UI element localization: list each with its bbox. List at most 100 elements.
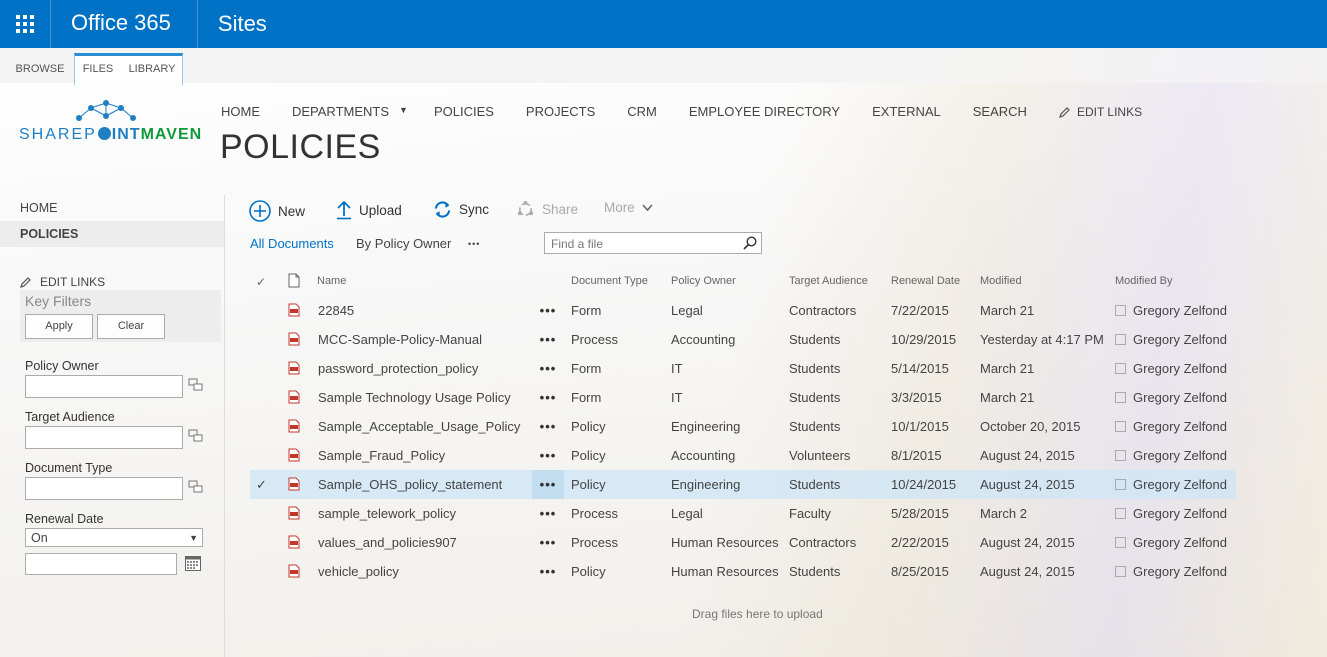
share-button[interactable]: Share <box>516 200 578 219</box>
find-file-input[interactable]: Find a file <box>544 232 762 254</box>
more-label: More <box>604 200 635 215</box>
col-header-modified[interactable]: Modified <box>980 275 1022 287</box>
cell-modified-by[interactable]: Gregory Zelfond <box>1115 325 1227 354</box>
topnav-crm[interactable]: CRM <box>627 104 657 119</box>
topnav-edit-links[interactable]: EDIT LINKS <box>1058 104 1142 119</box>
row-more-button[interactable]: ••• <box>532 441 564 470</box>
row-more-button[interactable]: ••• <box>532 528 564 557</box>
cell-document-type: Form <box>571 361 602 376</box>
cell-modified: March 21 <box>980 361 1035 376</box>
topnav-external[interactable]: EXTERNAL <box>872 104 941 119</box>
table-row[interactable]: sample_telework_policy ••• Process Legal Fac… <box>250 499 1236 528</box>
cell-modified-by[interactable]: Gregory Zelfond <box>1115 296 1227 325</box>
more-button[interactable]: More <box>604 200 653 215</box>
renewal-operator-select[interactable]: On ▼ <box>25 528 203 547</box>
topnav-policies[interactable]: POLICIES <box>434 104 494 119</box>
leftnav-item-policies[interactable]: POLICIES <box>0 221 224 247</box>
leftnav-edit-links[interactable]: EDIT LINKS <box>0 265 224 289</box>
apply-button[interactable]: Apply <box>25 314 93 339</box>
cell-name[interactable]: sample_telework_policy <box>318 499 456 528</box>
calendar-icon[interactable] <box>185 556 201 571</box>
row-more-button[interactable]: ••• <box>532 325 564 354</box>
col-header-modified-by[interactable]: Modified By <box>1115 275 1172 287</box>
policy-owner-input[interactable] <box>25 375 183 398</box>
tab-browse[interactable]: BROWSE <box>12 52 68 83</box>
cell-modified-by[interactable]: Gregory Zelfond <box>1115 383 1227 412</box>
table-row[interactable]: Sample_Fraud_Policy ••• Policy Accounting Vo… <box>250 441 1236 470</box>
cell-modified-by[interactable]: Gregory Zelfond <box>1115 354 1227 383</box>
cell-policy-owner: Legal <box>671 303 703 318</box>
browse-terms-icon[interactable] <box>188 480 204 494</box>
chevron-down-icon <box>642 203 653 211</box>
table-row[interactable]: Sample_Acceptable_Usage_Policy ••• Policy E… <box>250 412 1236 441</box>
cell-modified-by[interactable]: Gregory Zelfond <box>1115 499 1227 528</box>
suite-app-name[interactable]: Sites <box>198 11 267 37</box>
cell-renewal-date: 5/14/2015 <box>891 361 949 376</box>
row-more-button[interactable]: ••• <box>532 499 564 528</box>
clear-button[interactable]: Clear <box>97 314 165 339</box>
view-all-documents[interactable]: All Documents <box>250 236 334 251</box>
col-header-renewal-date[interactable]: Renewal Date <box>891 275 960 287</box>
cell-modified-by[interactable]: Gregory Zelfond <box>1115 441 1227 470</box>
browse-terms-icon[interactable] <box>188 378 204 392</box>
cell-name[interactable]: 22845 <box>318 296 354 325</box>
topnav-search[interactable]: SEARCH <box>973 104 1027 119</box>
suite-brand[interactable]: Office 365 <box>51 0 198 48</box>
cell-modified-by[interactable]: Gregory Zelfond <box>1115 470 1227 499</box>
suite-bar: Office 365 Sites <box>0 0 1327 48</box>
cell-name[interactable]: Sample_OHS_policy_statement <box>318 470 502 499</box>
table-row[interactable]: MCC-Sample-Policy-Manual ••• Process Accoun… <box>250 325 1236 354</box>
cell-name[interactable]: values_and_policies907 <box>318 528 457 557</box>
row-more-button[interactable]: ••• <box>532 412 564 441</box>
cell-name[interactable]: MCC-Sample-Policy-Manual <box>318 325 482 354</box>
table-row[interactable]: values_and_policies907 ••• Process Human Re… <box>250 528 1236 557</box>
search-icon[interactable] <box>743 236 757 250</box>
target-audience-input[interactable] <box>25 426 183 449</box>
table-row[interactable]: ✓ Sample_OHS_policy_statement ••• Policy Eng… <box>250 470 1236 499</box>
row-more-button[interactable]: ••• <box>532 296 564 325</box>
leftnav-item-home[interactable]: HOME <box>0 195 224 221</box>
cell-modified-by[interactable]: Gregory Zelfond <box>1115 412 1227 441</box>
app-launcher-icon[interactable] <box>0 0 51 48</box>
topnav-employee-directory[interactable]: EMPLOYEE DIRECTORY <box>689 104 840 119</box>
view-by-policy-owner[interactable]: By Policy Owner <box>356 236 451 251</box>
select-all-checkmark-icon[interactable]: ✓ <box>256 275 266 289</box>
row-more-button[interactable]: ••• <box>532 354 564 383</box>
table-row[interactable]: vehicle_policy ••• Policy Human Resources St… <box>250 557 1236 586</box>
topnav-departments[interactable]: DEPARTMENTS <box>292 104 389 119</box>
tab-library[interactable]: LIBRARY <box>126 52 178 83</box>
table-row[interactable]: Sample Technology Usage Policy ••• Form IT S… <box>250 383 1236 412</box>
topnav-projects[interactable]: PROJECTS <box>526 104 595 119</box>
chevron-down-icon: ▼ <box>189 533 198 543</box>
cell-name[interactable]: Sample Technology Usage Policy <box>318 383 511 412</box>
chevron-down-icon[interactable]: ▼ <box>399 105 408 120</box>
cell-modified: March 2 <box>980 506 1027 521</box>
col-header-target-audience[interactable]: Target Audience <box>789 275 868 287</box>
cell-name[interactable]: vehicle_policy <box>318 557 399 586</box>
renewal-date-input[interactable] <box>25 553 177 575</box>
document-type-input[interactable] <box>25 477 183 500</box>
row-checkmark-icon[interactable]: ✓ <box>256 470 267 499</box>
new-button[interactable]: New <box>249 200 305 222</box>
row-more-button[interactable]: ••• <box>532 557 564 586</box>
upload-button[interactable]: Upload <box>336 200 402 220</box>
table-row[interactable]: password_protection_policy ••• Form IT Stude… <box>250 354 1236 383</box>
browse-terms-icon[interactable] <box>188 429 204 443</box>
cell-modified-by[interactable]: Gregory Zelfond <box>1115 528 1227 557</box>
row-more-button[interactable]: ••• <box>532 470 564 499</box>
cell-name[interactable]: password_protection_policy <box>318 354 478 383</box>
table-row[interactable]: 22845 ••• Form Legal Contractors 7/22/2015 Mar… <box>250 296 1236 325</box>
cell-name[interactable]: Sample_Acceptable_Usage_Policy <box>318 412 520 441</box>
row-more-button[interactable]: ••• <box>532 383 564 412</box>
tab-files[interactable]: FILES <box>76 52 120 83</box>
cell-modified-by[interactable]: Gregory Zelfond <box>1115 557 1227 586</box>
cell-renewal-date: 5/28/2015 <box>891 506 949 521</box>
col-header-document-type[interactable]: Document Type <box>571 275 648 287</box>
col-header-policy-owner[interactable]: Policy Owner <box>671 275 736 287</box>
col-header-name[interactable]: Name <box>317 275 346 287</box>
cell-name[interactable]: Sample_Fraud_Policy <box>318 441 445 470</box>
topnav-home[interactable]: HOME <box>221 104 260 119</box>
sync-button[interactable]: Sync <box>433 200 489 219</box>
more-views-button[interactable]: ••• <box>468 239 480 249</box>
modified-by-name: Gregory Zelfond <box>1133 419 1227 434</box>
